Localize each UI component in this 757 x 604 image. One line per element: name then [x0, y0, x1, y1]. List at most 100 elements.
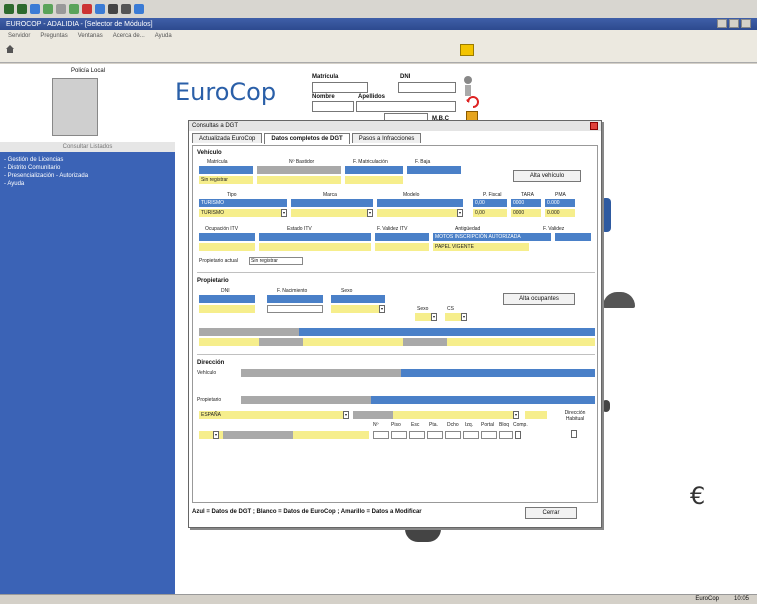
apellidos-input[interactable] — [356, 101, 456, 112]
sexo-dropdown-arrow[interactable]: ▾ — [379, 305, 385, 313]
marca-dropdown-arrow[interactable]: ▾ — [367, 209, 373, 217]
f-matriculacion-mod-field[interactable] — [345, 176, 403, 184]
dni-input[interactable] — [398, 82, 456, 93]
tab-datos-dgt[interactable]: Datos completos de DGT — [264, 133, 350, 144]
alta-ocupantes-button[interactable]: Alta ocupantes — [503, 293, 575, 305]
sexo-mod-field[interactable] — [331, 305, 385, 313]
menu-acerca[interactable]: Acerca de... — [113, 33, 145, 39]
cerrar-button[interactable]: Cerrar — [525, 507, 577, 519]
f-nacimiento-dgt-field[interactable] — [267, 295, 323, 303]
status-time: 10:05 — [733, 596, 749, 602]
dcho-field[interactable] — [445, 431, 461, 439]
col-piso: Piso — [391, 422, 401, 428]
direccion-vehiculo-gray — [241, 369, 401, 377]
dialog-close-icon[interactable] — [590, 122, 598, 130]
maximize-button[interactable] — [729, 19, 739, 28]
help-icon[interactable] — [134, 4, 144, 14]
f-validez-dgt-field[interactable] — [555, 233, 591, 241]
minimize-button[interactable] — [717, 19, 727, 28]
tab-actualizada[interactable]: Actualizada EuroCop — [192, 133, 263, 143]
propietario-apellido2-field[interactable] — [403, 338, 447, 346]
shield-icon[interactable] — [43, 4, 53, 14]
tipo-dropdown-arrow[interactable]: ▾ — [281, 209, 287, 217]
cp-field[interactable] — [525, 411, 547, 419]
car-icon[interactable] — [121, 4, 131, 14]
menu-preguntas[interactable]: Preguntas — [40, 33, 67, 39]
bloq-field[interactable] — [499, 431, 513, 439]
bastidor-dgt-field[interactable] — [257, 166, 341, 174]
dni-dgt-field[interactable] — [199, 295, 255, 303]
f-matriculacion-dgt-field[interactable] — [345, 166, 403, 174]
nav-item[interactable]: - Ayuda — [4, 180, 88, 188]
numero-field[interactable] — [373, 431, 389, 439]
provincia-dropdown-arrow[interactable]: ▾ — [343, 411, 349, 419]
euro-icon[interactable]: € — [690, 482, 705, 510]
portal-field[interactable] — [481, 431, 497, 439]
f-validez-itv-mod-field[interactable] — [375, 243, 429, 251]
cs-dropdown-arrow[interactable]: ▾ — [461, 313, 467, 321]
esc-field[interactable] — [409, 431, 425, 439]
bastidor-mod-field[interactable] — [257, 176, 341, 184]
modelo-mod-field[interactable] — [377, 209, 463, 217]
menu-servidor[interactable]: Servidor — [8, 33, 30, 39]
nav-item[interactable]: - Gestión de Licencias — [4, 156, 88, 164]
vehiculo-section-title: Vehículo — [197, 150, 222, 156]
alta-vehiculo-button[interactable]: Alta vehículo — [513, 170, 581, 182]
tara-col: TARA — [521, 192, 534, 198]
undo-icon[interactable] — [465, 96, 479, 108]
via-dropdown-arrow[interactable]: ▾ — [213, 431, 219, 439]
person-icon[interactable] — [108, 4, 118, 14]
settings-icon[interactable] — [82, 4, 92, 14]
matricula-input[interactable] — [312, 82, 368, 93]
phone-icon[interactable] — [601, 198, 611, 232]
nombre-input[interactable] — [312, 101, 354, 112]
col-esc: Esc — [411, 422, 420, 428]
home-icon[interactable] — [5, 44, 15, 54]
propietario-apellido1-field[interactable] — [259, 338, 303, 346]
dni-mod-field[interactable] — [199, 305, 255, 313]
sexo2-dropdown-arrow[interactable]: ▾ — [431, 313, 437, 321]
estado-itv-mod-field[interactable] — [259, 243, 371, 251]
estado-itv-dgt-field[interactable] — [259, 233, 371, 241]
app-icon[interactable] — [4, 4, 14, 14]
window-icon[interactable] — [56, 4, 66, 14]
nav-item[interactable]: - Presencialización - Autorizada — [4, 172, 88, 180]
badge-icon[interactable] — [602, 400, 610, 412]
izq-field[interactable] — [463, 431, 479, 439]
f-nacimiento-eurocop-field[interactable] — [267, 305, 323, 313]
ocupacion-itv-dgt-field[interactable] — [199, 233, 255, 241]
tara-dgt-value: 0000 — [513, 200, 525, 206]
app-icon-2[interactable] — [17, 4, 27, 14]
tipo-dgt-value: TURISMO — [201, 200, 225, 206]
close-button[interactable] — [741, 19, 751, 28]
sexo-dgt-field[interactable] — [331, 295, 385, 303]
matricula-dgt-field[interactable] — [199, 166, 253, 174]
nav-item[interactable]: - Distrito Comunitario — [4, 164, 88, 172]
tab-pasos-infracciones[interactable]: Pasos a Infracciones — [351, 133, 422, 143]
person-search-icon[interactable] — [462, 75, 474, 97]
modelo-dgt-field[interactable] — [377, 199, 463, 207]
piso-field[interactable] — [391, 431, 407, 439]
matricula-label: Matrícula — [312, 74, 339, 80]
modelo-dropdown-arrow[interactable]: ▾ — [457, 209, 463, 217]
menu-ayuda[interactable]: Ayuda — [155, 33, 172, 39]
map-icon[interactable] — [95, 4, 105, 14]
grid-icon[interactable] — [30, 4, 40, 14]
direccion-vehiculo-label: Vehículo — [197, 370, 217, 376]
globe-icon[interactable] — [69, 4, 79, 14]
tipo-mod-value: TURISMO — [201, 210, 225, 216]
speaker-icon[interactable] — [460, 44, 474, 56]
municipio-dropdown-arrow[interactable]: ▾ — [513, 411, 519, 419]
marca-mod-field[interactable] — [291, 209, 373, 217]
comp-checkbox[interactable] — [515, 431, 521, 439]
direccion-habitual-checkbox[interactable] — [571, 430, 577, 438]
menu-ventanas[interactable]: Ventanas — [78, 33, 103, 39]
f-baja-dgt-field[interactable] — [407, 166, 461, 174]
marca-dgt-field[interactable] — [291, 199, 373, 207]
pta-field[interactable] — [427, 431, 443, 439]
dialog-tabs: Actualizada EuroCop Datos completos de D… — [192, 133, 423, 144]
ocupacion-itv-mod-field[interactable] — [199, 243, 255, 251]
direccion-propietario-gray — [241, 396, 371, 404]
f-validez-itv-dgt-field[interactable] — [375, 233, 429, 241]
left-section-label[interactable]: Consultar Listados — [0, 142, 175, 152]
